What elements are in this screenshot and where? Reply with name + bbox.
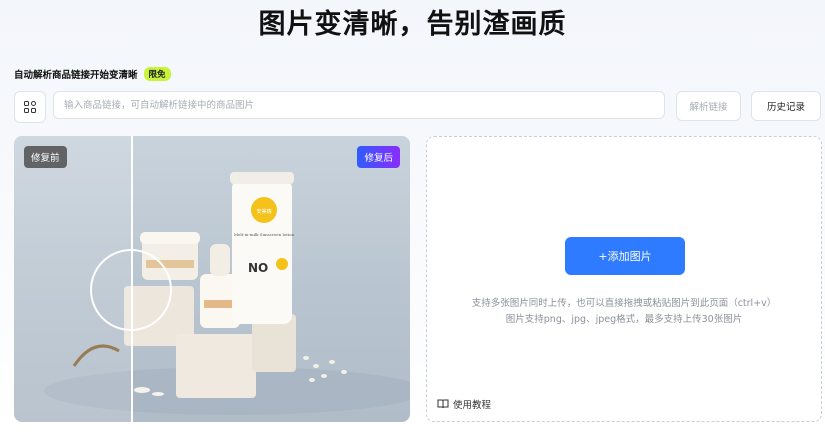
- page-title: 图片变清晰，告别渣画质: [258, 9, 567, 40]
- product-link-input[interactable]: [53, 91, 665, 119]
- before-tag: 修复前: [24, 146, 67, 168]
- tube-big-text: NO: [248, 261, 268, 275]
- parse-link-button[interactable]: 解析链接: [676, 91, 741, 121]
- upload-hint-line2: 图片支持png、jpg、jpeg格式，最多支持上传30张图片: [505, 314, 743, 325]
- book-icon: [437, 399, 449, 409]
- tutorial-link[interactable]: 使用教程: [437, 397, 491, 411]
- tube-logo: 安美瑞: [256, 208, 271, 215]
- tutorial-label: 使用教程: [453, 400, 492, 411]
- grid-icon: [24, 101, 36, 113]
- upload-dropzone[interactable]: +添加图片 支持多张图片同时上传，也可以直接拖拽或粘贴图片到此页面（ctrl+v…: [426, 136, 822, 422]
- grid-icon-button[interactable]: [14, 91, 46, 123]
- free-badge: 限免: [143, 67, 171, 81]
- add-image-button[interactable]: +添加图片: [565, 237, 685, 275]
- history-button[interactable]: 历史记录: [751, 91, 821, 121]
- link-section-header: 自动解析商品链接开始变清晰 限免: [14, 67, 171, 81]
- compare-slider-handle[interactable]: [90, 249, 172, 331]
- link-section-subtitle: 自动解析商品链接开始变清晰: [14, 70, 138, 81]
- upload-hint-line1: 支持多张图片同时上传，也可以直接拖拽或粘贴图片到此页面（ctrl+v）: [471, 298, 777, 309]
- before-after-compare[interactable]: 安美瑞 Melt-in-milk Sunscreen lotion NO 修复前…: [14, 136, 410, 422]
- tube-text: Melt-in-milk Sunscreen lotion: [234, 232, 295, 237]
- after-tag: 修复后: [357, 146, 400, 168]
